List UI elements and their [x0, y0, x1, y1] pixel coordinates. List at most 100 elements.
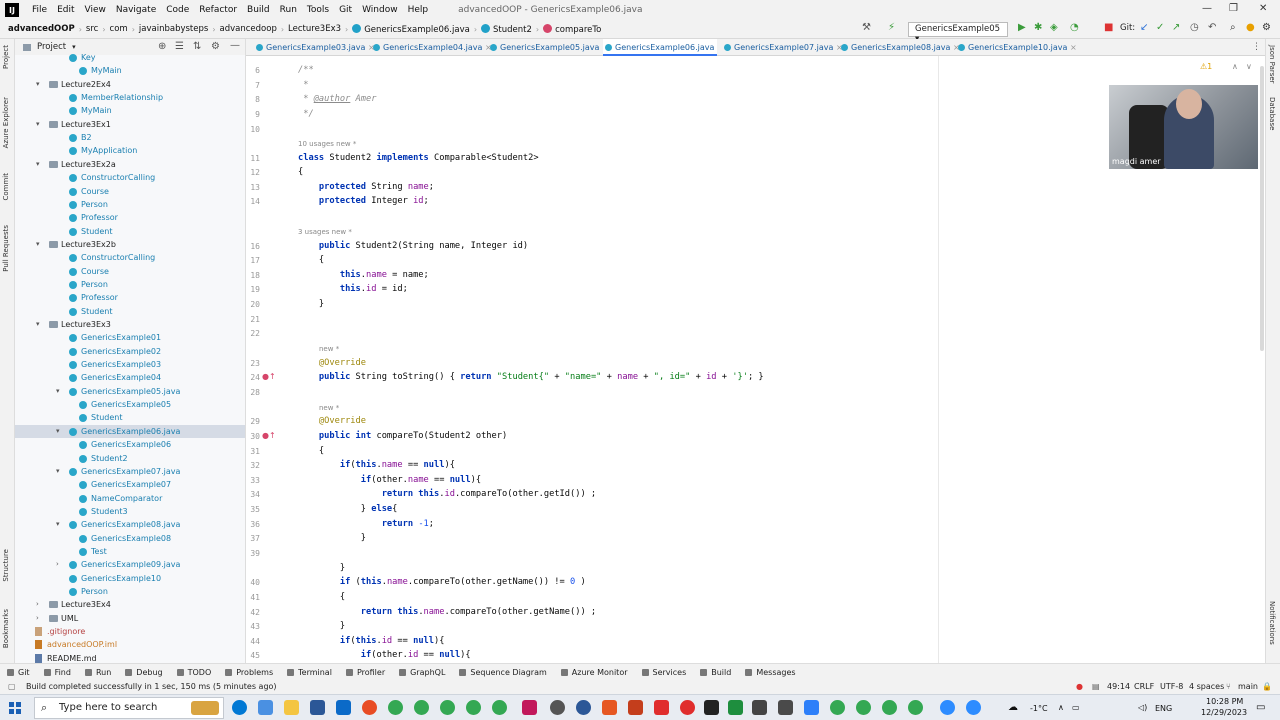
tree-item[interactable]: Student — [15, 225, 245, 238]
zoom-icon[interactable] — [966, 700, 981, 715]
history-icon[interactable]: ◷ — [1190, 22, 1199, 33]
tree-item[interactable]: Test — [15, 545, 245, 558]
inspection-up-icon[interactable]: ∧ — [1232, 62, 1238, 71]
tree-item[interactable]: GenericsExample07 — [15, 478, 245, 491]
chevron-down-icon[interactable]: ▾ — [56, 425, 60, 438]
tree-item[interactable]: Student — [15, 305, 245, 318]
line-number[interactable]: 35 — [246, 505, 260, 514]
word-icon[interactable] — [576, 700, 591, 715]
line-number[interactable]: 43 — [246, 622, 260, 631]
line-number[interactable]: 44 — [246, 637, 260, 646]
clock-time[interactable]: 10:28 PM — [1206, 697, 1243, 706]
git-push-icon[interactable]: ↗ — [1172, 22, 1180, 33]
line-number[interactable]: 10 — [246, 125, 260, 134]
breadcrumb-src[interactable]: src — [82, 24, 102, 34]
settings-gear-icon[interactable]: ⚙ — [1262, 22, 1271, 33]
chevron-down-icon[interactable]: ▾ — [36, 238, 40, 251]
strip-database[interactable]: Database — [1268, 97, 1276, 130]
build-hammer-icon[interactable]: ⚒ — [862, 22, 871, 33]
strip-json-parser[interactable]: Json Parser — [1268, 45, 1276, 84]
line-number[interactable]: 8 — [246, 95, 260, 104]
tree-item[interactable]: › Lecture3Ex4 — [15, 598, 245, 611]
maximize-icon[interactable]: ❐ — [1229, 3, 1238, 14]
line-number[interactable]: 11 — [246, 154, 260, 163]
tree-item[interactable]: Key — [15, 51, 245, 64]
strip-structure[interactable]: Structure — [2, 549, 10, 582]
toolwindow-terminal[interactable]: Terminal — [280, 668, 339, 677]
profile-icon[interactable]: ◔ — [1070, 22, 1079, 33]
line-number[interactable]: 13 — [246, 183, 260, 192]
toolwindow-graphql[interactable]: GraphQL — [392, 668, 452, 677]
breadcrumb-advancedoop[interactable]: advancedoop — [216, 24, 281, 34]
tree-item[interactable]: GenericsExample06 — [15, 438, 245, 451]
tab-genericsexample07[interactable]: GenericsExample07.java × — [722, 39, 843, 56]
line-number[interactable]: 42 — [246, 608, 260, 617]
chevron-down-icon[interactable]: ▾ — [72, 43, 76, 51]
tab-genericsexample06[interactable]: GenericsExample06.java × — [603, 39, 717, 69]
line-number[interactable]: 7 — [246, 81, 260, 90]
line-number[interactable]: 29 — [246, 417, 260, 426]
line-number[interactable]: 28 — [246, 388, 260, 397]
usages-hint[interactable]: 10 usages new * — [298, 140, 356, 148]
chrome-icon[interactable] — [388, 700, 403, 715]
tree-item[interactable]: › UML — [15, 612, 245, 625]
line-number[interactable]: 40 — [246, 578, 260, 587]
toolwindow-todo[interactable]: TODO — [170, 668, 219, 677]
toolwindow-build[interactable]: Build — [693, 668, 738, 677]
edge-browser-icon[interactable] — [232, 700, 247, 715]
word-icon[interactable] — [310, 700, 325, 715]
clock-date[interactable]: 12/29/2023 — [1201, 708, 1247, 717]
line-number[interactable]: 17 — [246, 256, 260, 265]
chevron-down-icon[interactable]: ▾ — [56, 518, 60, 531]
toolwindow-find[interactable]: Find — [37, 668, 78, 677]
chrome-icon[interactable] — [856, 700, 871, 715]
notification-center-icon[interactable]: ▭ — [1256, 702, 1265, 713]
menu-git[interactable]: Git — [334, 5, 357, 15]
line-number[interactable]: 9 — [246, 110, 260, 119]
coverage-icon[interactable]: ◈ — [1050, 22, 1058, 33]
tree-item[interactable]: GenericsExample01 — [15, 331, 245, 344]
chrome-icon[interactable] — [908, 700, 923, 715]
menu-edit[interactable]: Edit — [52, 5, 79, 15]
strip-project[interactable]: Project — [2, 45, 10, 69]
tab-genericsexample04[interactable]: GenericsExample04.java × — [371, 39, 492, 56]
app-icon[interactable] — [728, 700, 743, 715]
tree-item[interactable]: Course — [15, 265, 245, 278]
weather-temp[interactable]: -1°C — [1030, 704, 1048, 713]
line-number[interactable]: 22 — [246, 329, 260, 338]
menu-view[interactable]: View — [80, 5, 111, 15]
line-number[interactable]: 20 — [246, 300, 260, 309]
breadcrumb-com[interactable]: com — [106, 24, 132, 34]
make-icon[interactable]: ⚡ — [888, 22, 895, 33]
menu-build[interactable]: Build — [242, 5, 275, 15]
search-icon[interactable]: ⌕ — [1230, 22, 1236, 33]
tree-item[interactable]: GenericsExample03 — [15, 358, 245, 371]
app-icon[interactable] — [602, 700, 617, 715]
line-number[interactable]: 41 — [246, 593, 260, 602]
strip-bookmarks[interactable]: Bookmarks — [2, 609, 10, 648]
line-number[interactable]: 23 — [246, 359, 260, 368]
implements-gutter-icon[interactable]: ●↑ — [262, 431, 276, 440]
tree-item[interactable]: B2 — [15, 131, 245, 144]
file-encoding[interactable]: UTF-8 — [1160, 680, 1183, 694]
override-gutter-icon[interactable]: ●↑ — [262, 372, 276, 381]
tree-item[interactable]: MyApplication — [15, 144, 245, 157]
pycharm-icon[interactable] — [704, 700, 719, 715]
tree-item[interactable]: ▾ Lecture3Ex1 — [15, 118, 245, 131]
tree-item[interactable]: Person — [15, 585, 245, 598]
tree-item[interactable]: ▾ Lecture3Ex2a — [15, 158, 245, 171]
tab-menu-icon[interactable]: ⋮ — [1252, 42, 1261, 52]
network-icon[interactable]: ▭ — [1072, 703, 1080, 712]
stop-icon[interactable]: ■ — [1104, 22, 1113, 33]
line-number[interactable]: 30 — [246, 432, 260, 441]
strip-notifications[interactable]: Notifications — [1268, 601, 1276, 645]
tree-item[interactable]: ▾ Lecture2Ex4 — [15, 78, 245, 91]
line-number[interactable]: 19 — [246, 285, 260, 294]
tree-item[interactable]: Professor — [15, 211, 245, 224]
tree-item[interactable]: GenericsExample02 — [15, 345, 245, 358]
taskbar-search-input[interactable]: ⌕ Type here to search — [34, 697, 224, 719]
powerpoint-icon[interactable] — [628, 700, 643, 715]
line-number[interactable]: 45 — [246, 651, 260, 660]
chrome-icon[interactable] — [830, 700, 845, 715]
chevron-down-icon[interactable]: ▾ — [56, 465, 60, 478]
